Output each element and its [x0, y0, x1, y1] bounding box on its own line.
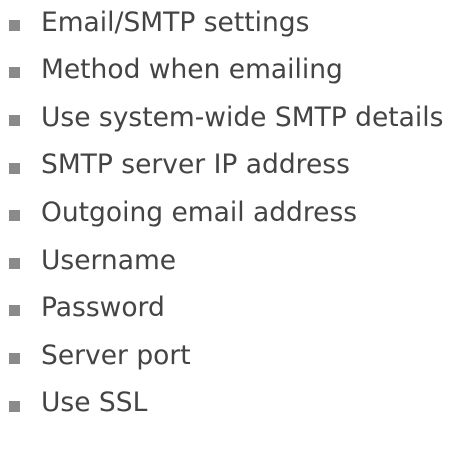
- list-item-label: Outgoing email address: [41, 196, 358, 228]
- square-bullet-icon: [9, 400, 20, 412]
- square-bullet-icon: [9, 19, 20, 31]
- list-item-label: Email/SMTP settings: [41, 6, 310, 38]
- list-item-username: Username: [0, 238, 455, 286]
- list-item-email-smtp-settings: Email/SMTP settings: [0, 0, 455, 48]
- list-item-label: SMTP server IP address: [41, 149, 350, 181]
- list-item-server-port: Server port: [0, 333, 455, 381]
- list-item-label: Username: [41, 244, 177, 276]
- list-item-method-when-emailing: Method when emailing: [0, 48, 455, 96]
- list-item-use-system-wide-smtp-details: Use system-wide SMTP details: [0, 95, 455, 143]
- list-item-label: Server port: [41, 339, 191, 371]
- square-bullet-icon: [9, 210, 20, 222]
- square-bullet-icon: [9, 162, 20, 174]
- list-item-smtp-server-ip-address: SMTP server IP address: [0, 143, 455, 191]
- list-item-label: Use SSL: [41, 387, 148, 419]
- list-item-label: Method when emailing: [41, 54, 343, 86]
- square-bullet-icon: [9, 114, 20, 126]
- square-bullet-icon: [9, 352, 20, 364]
- square-bullet-icon: [9, 257, 20, 269]
- square-bullet-icon: [9, 305, 20, 317]
- square-bullet-icon: [9, 67, 20, 79]
- list-item-use-ssl: Use SSL: [0, 381, 455, 429]
- list-item-label: Password: [41, 292, 165, 324]
- list-item-password: Password: [0, 286, 455, 334]
- settings-list: Email/SMTP settings Method when emailing…: [0, 0, 455, 428]
- list-item-label: Use system-wide SMTP details: [41, 101, 444, 133]
- list-item-outgoing-email-address: Outgoing email address: [0, 190, 455, 238]
